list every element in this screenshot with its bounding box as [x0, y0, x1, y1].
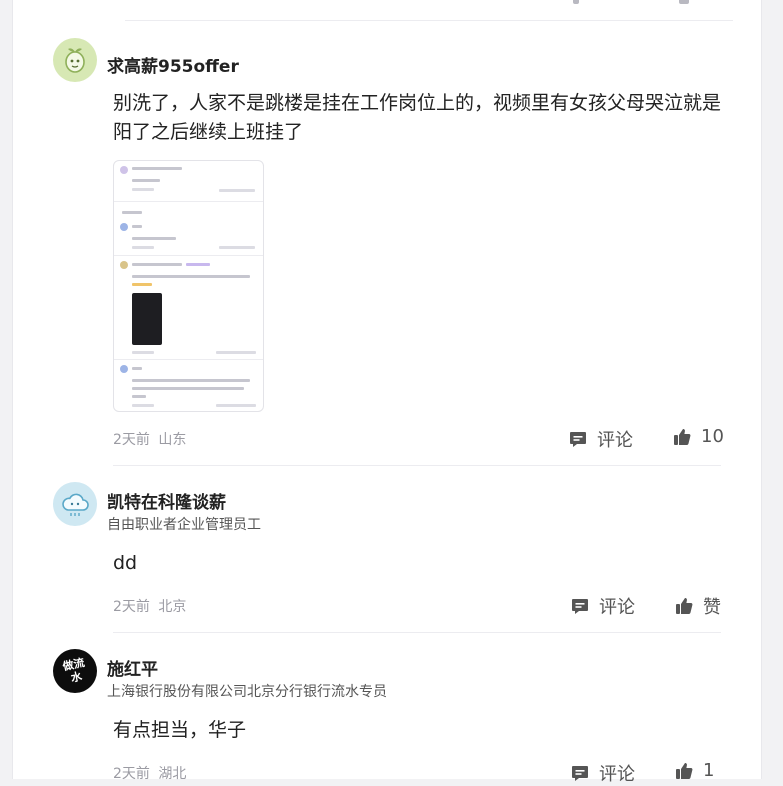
thumb-line [216, 404, 256, 407]
thumbs-up-icon [676, 598, 693, 614]
top-like-icon-peek [679, 0, 689, 4]
comment-label: 评论 [597, 430, 633, 451]
thumb-line [132, 188, 154, 191]
comment-button[interactable]: 评论 [571, 760, 635, 786]
user-title: 上海银行股份有限公司北京分行银行流水专员 [107, 684, 387, 700]
comment-button[interactable]: 评论 [571, 593, 635, 619]
thumbs-up-icon [674, 428, 691, 445]
comment-meta: 2天前 北京 [113, 596, 186, 616]
avatar[interactable]: 做流水 [53, 649, 97, 693]
thumb-avatar [120, 223, 128, 231]
username[interactable]: 求高薪955offer [107, 52, 239, 77]
avatar-text: 做流水 [61, 655, 86, 685]
comment-text: 别洗了，人家不是跳楼是挂在工作岗位上的，视频里有女孩父母哭泣就是阳了之后继续上班… [113, 92, 722, 143]
cloud-icon [62, 493, 89, 516]
timestamp: 2天前 [113, 599, 150, 615]
thumb-divider [114, 359, 263, 360]
thumb-line [132, 237, 176, 240]
location: 山东 [158, 432, 187, 448]
timestamp: 2天前 [113, 432, 150, 448]
thumb-divider [114, 201, 263, 202]
thumb-avatar [120, 166, 128, 174]
thumb-video-frame [132, 293, 162, 345]
thumb-line [132, 367, 142, 370]
thumb-avatar [120, 261, 128, 269]
thumb-line [219, 189, 255, 192]
thumb-line [132, 283, 152, 286]
divider [113, 465, 721, 466]
thumb-line [132, 263, 182, 266]
top-comment-icon-peek [573, 0, 579, 4]
thumb-line [219, 246, 255, 249]
comment-text: 有点担当，华子 [113, 719, 247, 741]
avatar[interactable] [53, 38, 97, 82]
comment-button[interactable]: 评论 [569, 426, 633, 452]
thumb-line [132, 395, 146, 398]
comment-meta: 2天前 湖北 [113, 763, 186, 783]
like-button[interactable]: 1 [675, 760, 714, 781]
avatar[interactable] [53, 482, 97, 526]
thumb-line [132, 387, 244, 390]
thumbs-up-icon [676, 762, 693, 779]
like-count: 赞 [703, 597, 721, 618]
thumb-line [132, 275, 250, 278]
location: 湖北 [158, 766, 187, 782]
comment-image-thumbnail[interactable] [113, 160, 264, 412]
location: 北京 [158, 599, 187, 615]
comment-label: 评论 [599, 597, 635, 618]
username[interactable]: 施红平 [107, 655, 158, 680]
thumb-line [132, 379, 250, 382]
thumb-line [132, 225, 142, 228]
divider [125, 20, 733, 21]
thumb-line [216, 351, 256, 354]
username[interactable]: 凯特在科隆谈薪 [107, 488, 226, 513]
like-button[interactable]: 10 [673, 426, 724, 447]
divider [113, 632, 721, 633]
thumb-line [132, 167, 182, 170]
like-count: 1 [703, 760, 715, 781]
thumb-line [186, 263, 210, 266]
comment-bubble-icon [570, 432, 586, 447]
comment-text: dd [113, 552, 138, 574]
thumb-line [132, 179, 160, 182]
user-title: 自由职业者企业管理员工 [107, 517, 261, 533]
thumb-avatar [120, 365, 128, 373]
thumb-divider [114, 255, 263, 256]
thumb-line [132, 246, 154, 249]
comment-bubble-icon [572, 599, 588, 614]
comment-meta: 2天前 山东 [113, 429, 186, 449]
comments-panel: 求高薪955offer 别洗了，人家不是跳楼是挂在工作岗位上的，视频里有女孩父母… [12, 0, 762, 785]
comment-bubble-icon [572, 766, 588, 781]
like-count: 10 [701, 426, 724, 447]
timestamp: 2天前 [113, 766, 150, 782]
thumb-line [122, 211, 142, 214]
sprout-icon [65, 48, 85, 73]
thumb-line [132, 351, 154, 354]
thumb-line [132, 404, 154, 407]
like-button[interactable]: 赞 [675, 593, 721, 619]
comment-label: 评论 [599, 764, 635, 785]
